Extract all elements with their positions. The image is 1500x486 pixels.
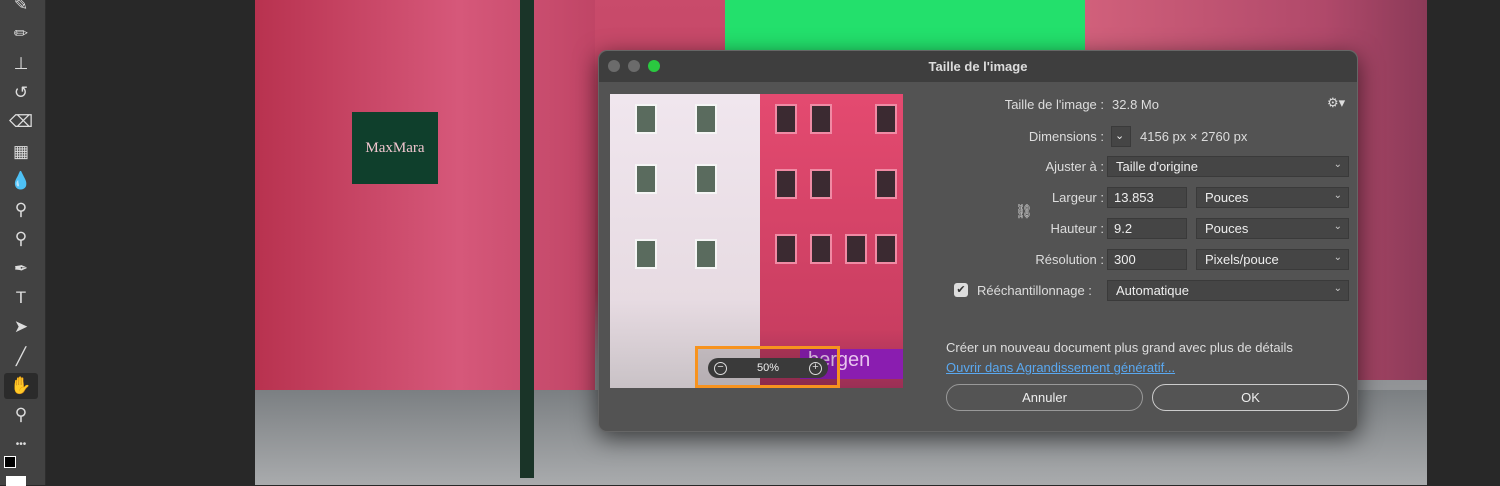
generative-upscale-link[interactable]: Ouvrir dans Agrandissement génératif... (946, 360, 1175, 375)
clone-stamp-tool-icon[interactable]: ⊥ (4, 51, 38, 77)
link-constrain-icon[interactable]: ⛓ (1015, 203, 1033, 220)
window (695, 164, 717, 194)
chevron-down-icon: ⌄ (1333, 252, 1342, 263)
sponge-tool-icon[interactable]: ⚲ (4, 226, 38, 252)
preview-white-building (610, 94, 760, 388)
window (635, 239, 657, 269)
pasteboard-right (1427, 0, 1500, 485)
more-tools-icon[interactable]: ••• (4, 432, 38, 458)
path-selection-tool-icon[interactable]: ➤ (4, 314, 38, 340)
window (635, 104, 657, 134)
dialog-title: Taille de l'image (928, 59, 1028, 74)
image-preview[interactable]: bergen − 50% + (610, 94, 903, 388)
window (635, 164, 657, 194)
dimensions-label: Dimensions : (1028, 129, 1104, 144)
preview-zoom-control: − 50% + (695, 346, 840, 388)
resample-value: Automatique (1116, 283, 1189, 298)
sky (725, 0, 1095, 52)
window (875, 234, 897, 264)
type-tool-icon[interactable]: T (4, 285, 38, 311)
building-left (255, 0, 595, 420)
fit-to-label: Ajuster à : (1045, 159, 1104, 174)
height-input[interactable] (1107, 218, 1187, 239)
brush-tool-icon[interactable]: ✎ (4, 0, 38, 18)
blur-tool-icon[interactable]: 💧 (4, 168, 38, 194)
zoom-out-button[interactable]: − (714, 361, 727, 375)
window (810, 104, 832, 134)
dialog-titlebar: Taille de l'image (599, 51, 1357, 82)
foreground-background-swatch[interactable] (4, 456, 16, 468)
chevron-down-icon: ⌄ (1333, 190, 1342, 201)
chevron-down-icon: ⌄ (1333, 159, 1342, 170)
image-size-label: Taille de l'image : (1004, 97, 1104, 112)
window (810, 169, 832, 199)
eraser-tool-icon[interactable]: ⌫ (4, 109, 38, 135)
tools-panel: ✎ ✏ ⊥ ↺ ⌫ ▦ 💧 ⚲ ⚲ ✒ T ➤ ╱ ✋ ⚲ ••• (0, 0, 46, 486)
history-brush-tool-icon[interactable]: ↺ (4, 80, 38, 106)
lamp-pole (520, 0, 534, 478)
gradient-tool-icon[interactable]: ▦ (4, 139, 38, 165)
resolution-label: Résolution : (1035, 252, 1104, 267)
window (875, 169, 897, 199)
width-unit-value: Pouces (1205, 190, 1249, 205)
store-sign: MaxMara (352, 112, 438, 184)
image-size-dialog: Taille de l'image bergen − 50% + Taille … (598, 50, 1358, 432)
width-input[interactable] (1107, 187, 1187, 208)
height-unit-value: Pouces (1205, 221, 1249, 236)
zoom-tool-icon[interactable]: ⚲ (4, 402, 38, 428)
resolution-unit-value: Pixels/pouce (1205, 252, 1279, 267)
dimensions-units-dropdown[interactable]: ⌄ (1111, 126, 1131, 147)
height-unit-select[interactable]: Pouces ⌄ (1196, 218, 1349, 239)
chevron-down-icon: ⌄ (1333, 221, 1342, 232)
ok-button[interactable]: OK (1152, 384, 1349, 411)
resample-checkbox[interactable]: ✔ (954, 283, 968, 297)
window (845, 234, 867, 264)
dimensions-value: 4156 px × 2760 px (1140, 129, 1248, 144)
zoom-in-button[interactable]: + (809, 361, 822, 375)
minimize-button[interactable] (628, 60, 640, 72)
line-tool-icon[interactable]: ╱ (4, 344, 38, 370)
zoom-level: 50% (756, 362, 780, 374)
width-unit-select[interactable]: Pouces ⌄ (1196, 187, 1349, 208)
image-size-value: 32.8 Mo (1112, 97, 1159, 112)
window (695, 104, 717, 134)
resample-label: Rééchantillonnage : (977, 283, 1092, 298)
window (775, 169, 797, 199)
generative-upscale-text: Créer un nouveau document plus grand ave… (946, 340, 1293, 355)
window (810, 234, 832, 264)
dodge-tool-icon[interactable]: ⚲ (4, 197, 38, 223)
resolution-input[interactable] (1107, 249, 1187, 270)
width-label: Largeur : (1051, 190, 1104, 205)
cancel-button[interactable]: Annuler (946, 384, 1143, 411)
window (695, 239, 717, 269)
height-label: Hauteur : (1050, 221, 1104, 236)
pen-tool-icon[interactable]: ✒ (4, 256, 38, 282)
chevron-down-icon: ⌄ (1333, 283, 1342, 294)
window (775, 234, 797, 264)
fit-to-select[interactable]: Taille d'origine ⌄ (1107, 156, 1349, 177)
window (775, 104, 797, 134)
fit-to-value: Taille d'origine (1116, 159, 1198, 174)
pasteboard-left (46, 0, 255, 485)
zoom-window-button[interactable] (648, 60, 660, 72)
resample-select[interactable]: Automatique ⌄ (1107, 280, 1349, 301)
hand-tool-icon[interactable]: ✋ (4, 372, 38, 399)
window (875, 104, 897, 134)
close-button[interactable] (608, 60, 620, 72)
pencil-tool-icon[interactable]: ✏ (4, 21, 38, 47)
gear-icon[interactable]: ⚙▾ (1327, 95, 1345, 111)
resolution-unit-select[interactable]: Pixels/pouce ⌄ (1196, 249, 1349, 270)
